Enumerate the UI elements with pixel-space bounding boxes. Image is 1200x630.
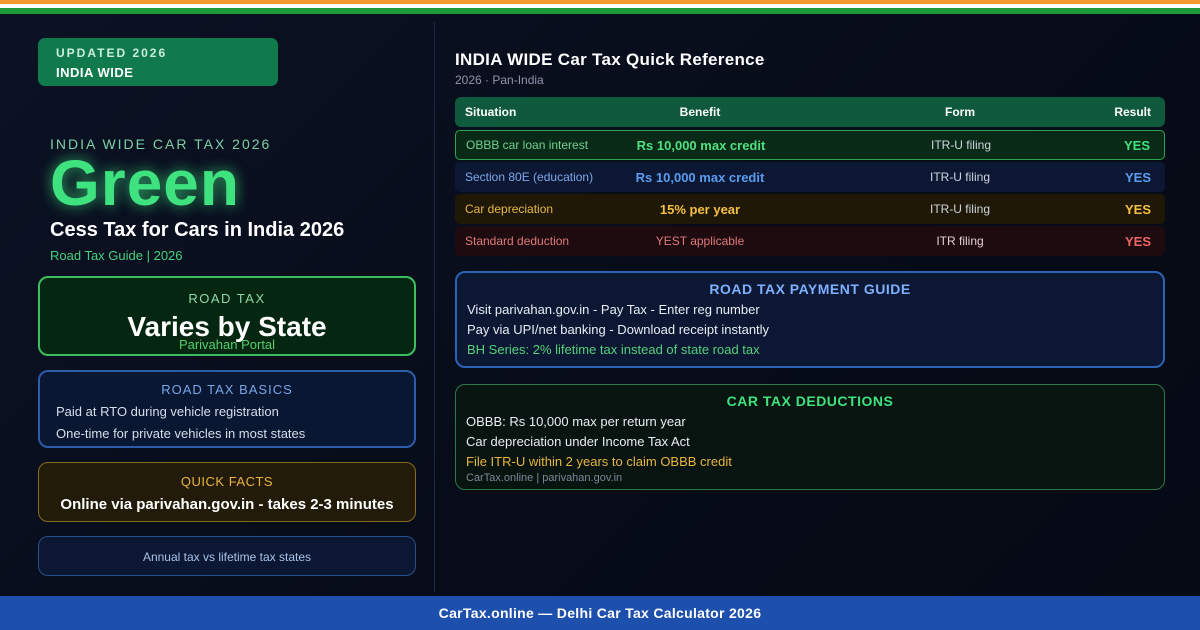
row-form: ITR-U filing [929,202,990,216]
reference-title: INDIA WIDE Car Tax Quick Reference [455,50,765,69]
footer-banner: CarTax.online — Delhi Car Tax Calculator… [0,596,1200,630]
row-situation: OBBB car loan interest [466,138,589,152]
deductions-line: Car depreciation under Income Tax Act [466,434,690,449]
row-benefit: YEST applicable [655,234,745,248]
updated-badge: UPDATED 2026 INDIA WIDE [38,38,278,86]
basics-heading: ROAD TAX BASICS [161,382,293,397]
deductions-heading: CAR TAX DEDUCTIONS [726,393,894,409]
reference-table-header: Situation Benefit Form Result [455,97,1165,127]
payment-guide-panel: ROAD TAX PAYMENT GUIDE Visit parivahan.g… [455,271,1165,368]
deductions-source: CarTax.online | parivahan.gov.in [466,472,623,484]
tricolor-stripe [0,0,1200,14]
header-form: Form [945,105,975,119]
table-row: Section 80E (education) Rs 10,000 max cr… [455,162,1165,192]
row-result: YES [1124,169,1151,185]
row-form: ITR-U filing [929,170,990,184]
row-benefit: Rs 10,000 max credit [635,169,765,185]
badge-line-2: INDIA WIDE [56,65,134,80]
road-tax-card: ROAD TAX Varies by State Parivahan Porta… [38,276,416,356]
row-result: YES [1123,137,1150,153]
payment-guide-line: BH Series: 2% lifetime tax instead of st… [467,342,760,357]
annual-tax-note: Annual tax vs lifetime tax states [142,550,312,564]
table-row: Car depreciation 15% per year ITR-U fili… [455,194,1165,224]
reference-subtitle: 2026 · Pan-India [455,73,544,87]
annual-tax-note-card: Annual tax vs lifetime tax states [38,536,416,576]
row-form: ITR filing [936,234,984,248]
row-situation: Standard deduction [465,234,570,248]
basics-line: One-time for private vehicles in most st… [56,426,306,441]
payment-guide-line: Visit parivahan.gov.in - Pay Tax - Enter… [467,302,760,317]
hero-headline: Green [50,147,240,219]
row-benefit: Rs 10,000 max credit [636,137,766,153]
row-result: YES [1124,233,1151,249]
row-form: ITR-U filing [930,138,991,152]
basics-line: Paid at RTO during vehicle registration [56,404,279,419]
table-row: Standard deduction YEST applicable ITR f… [455,226,1165,256]
row-benefit: 15% per year [659,201,741,217]
payment-guide-heading: ROAD TAX PAYMENT GUIDE [709,281,911,297]
road-tax-source: Parivahan Portal [178,337,276,352]
hero-title: Cess Tax for Cars in India 2026 [50,219,345,241]
deductions-panel: CAR TAX DEDUCTIONS OBBB: Rs 10,000 max p… [455,384,1165,490]
header-benefit: Benefit [679,105,721,119]
table-row: OBBB car loan interest Rs 10,000 max cre… [455,130,1165,160]
road-tax-label: ROAD TAX [188,291,266,306]
deductions-line: File ITR-U within 2 years to claim OBBB … [466,454,732,469]
quick-facts-heading: QUICK FACTS [180,474,274,489]
deductions-line: OBBB: Rs 10,000 max per return year [466,414,686,429]
row-result: YES [1124,201,1151,217]
header-situation: Situation [465,105,517,119]
header-result: Result [1114,105,1151,119]
row-situation: Car depreciation [465,202,554,216]
quick-facts-card: QUICK FACTS Online via parivahan.gov.in … [38,462,416,522]
column-divider [434,22,435,592]
road-tax-basics-card: ROAD TAX BASICS Paid at RTO during vehic… [38,370,416,448]
badge-line-1: UPDATED 2026 [56,46,168,60]
quick-facts-value: Online via parivahan.gov.in - takes 2-3 … [60,496,394,513]
payment-guide-line: Pay via UPI/net banking - Download recei… [467,322,770,337]
hero-subtitle: Road Tax Guide | 2026 [50,248,183,263]
